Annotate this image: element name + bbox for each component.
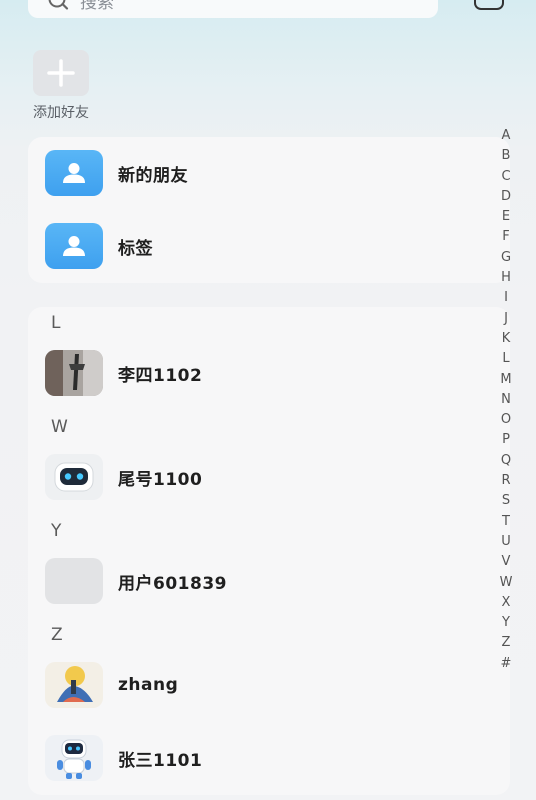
search-placeholder: 搜索 (80, 0, 114, 13)
default-avatar (45, 558, 103, 604)
contact-row[interactable]: 李四1102 (28, 343, 510, 403)
contact-row[interactable]: 张三1101 (28, 728, 510, 788)
index-letter[interactable]: K (502, 329, 511, 349)
index-letter[interactable]: R (501, 471, 510, 491)
section-header-y: Y (51, 521, 62, 541)
index-letter[interactable]: G (501, 248, 511, 268)
contact-name: 用户601839 (118, 573, 227, 594)
contact-name: zhang (118, 675, 179, 695)
index-letter[interactable]: O (501, 410, 511, 430)
index-letter[interactable]: J (504, 309, 508, 329)
add-friend-button[interactable]: 添加好友 (26, 50, 96, 122)
index-letter[interactable]: N (501, 390, 511, 410)
robot-avatar (45, 735, 103, 781)
index-letter[interactable]: # (501, 654, 512, 674)
index-letter[interactable]: F (502, 227, 509, 247)
contact-row[interactable]: 用户601839 (28, 551, 510, 611)
index-letter[interactable]: W (500, 573, 513, 593)
index-letter[interactable]: P (502, 430, 510, 450)
contact-name: 张三1101 (118, 750, 203, 771)
new-friends-entry[interactable]: 新的朋友 (28, 143, 510, 203)
index-letter[interactable]: M (500, 370, 511, 390)
index-letter[interactable]: A (502, 126, 511, 146)
section-header-l: L (51, 313, 61, 333)
more-menu-icon[interactable] (474, 0, 504, 10)
index-letter[interactable]: B (502, 146, 511, 166)
index-letter[interactable]: Q (501, 451, 511, 471)
tags-label: 标签 (118, 238, 153, 259)
index-letter[interactable]: Y (502, 613, 510, 633)
search-icon (48, 0, 70, 12)
index-letter[interactable]: U (501, 532, 511, 552)
contact-name: 李四1102 (118, 365, 203, 386)
index-letter[interactable]: C (501, 167, 510, 187)
section-header-z: Z (51, 625, 63, 645)
plus-icon (33, 50, 89, 96)
index-letter[interactable]: X (502, 593, 511, 613)
person-icon (45, 223, 103, 269)
index-letter[interactable]: L (502, 349, 509, 369)
index-letter[interactable]: D (501, 187, 511, 207)
contacts-list: L 李四1102 W 尾号1100 Y 用户601839 Z zhang 张三1… (28, 307, 510, 795)
index-letter[interactable]: Z (502, 633, 511, 653)
add-friend-label: 添加好友 (33, 105, 89, 121)
index-letter[interactable]: S (502, 491, 510, 511)
index-letter[interactable]: H (501, 268, 511, 288)
contact-row[interactable]: zhang (28, 655, 510, 715)
index-letter[interactable]: I (504, 288, 508, 308)
function-entries-card: 新的朋友 标签 (28, 137, 510, 283)
index-letter[interactable]: T (502, 512, 510, 532)
new-friends-label: 新的朋友 (118, 165, 188, 186)
index-letter[interactable]: E (502, 207, 510, 227)
section-header-w: W (51, 417, 68, 437)
contact-name: 尾号1100 (118, 469, 203, 490)
robot-avatar (45, 454, 103, 500)
avatar (45, 350, 103, 396)
search-bar[interactable]: 搜索 (28, 0, 438, 18)
person-icon (45, 150, 103, 196)
contact-row[interactable]: 尾号1100 (28, 447, 510, 507)
index-letter[interactable]: V (502, 552, 511, 572)
alphabet-index[interactable]: A B C D E F G H I J K L M N O P Q R S T U V W X Y Z # (496, 126, 516, 674)
tags-entry[interactable]: 标签 (28, 216, 510, 276)
illustration-avatar (45, 662, 103, 708)
